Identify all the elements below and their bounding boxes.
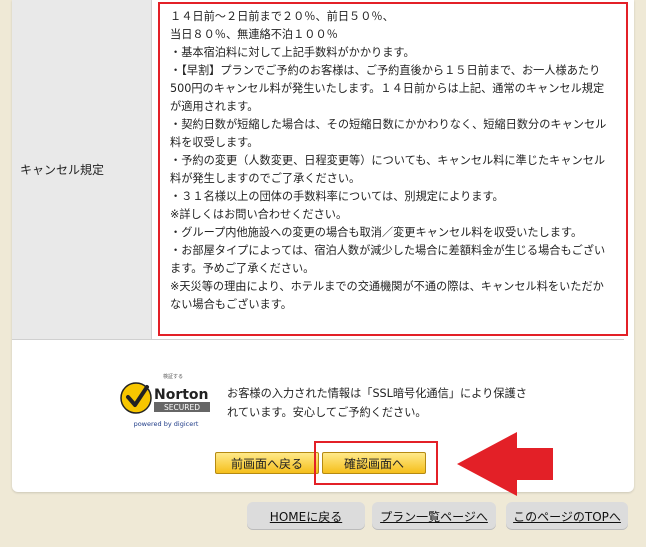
security-message: お客様の入力された情報は「SSL暗号化通信」により保護されています。安心してご予… <box>227 387 527 419</box>
cancel-policy-row: キャンセル規定 １４日前～２日前まで２０％、前日５０％、 当日８０％、無連絡不泊… <box>12 0 628 340</box>
cancel-policy-value: １４日前～２日前まで２０％、前日５０％、 当日８０％、無連絡不泊１００％ ・基本… <box>152 0 628 340</box>
norton-secured-badge: 検証する Norton SECURED powered by digicert <box>120 373 210 428</box>
badge-brand-text: Norton <box>154 387 209 403</box>
plan-list-link[interactable]: プラン一覧ページへ <box>372 502 496 530</box>
security-notice: 検証する Norton SECURED powered by digicert … <box>117 372 537 432</box>
badge-top-text: 検証する <box>163 373 183 380</box>
red-arrow-icon <box>457 432 553 496</box>
confirm-highlight-box <box>314 441 438 485</box>
page-top-link[interactable]: このページのTOPへ <box>506 502 628 530</box>
cancel-policy-label: キャンセル規定 <box>12 0 152 340</box>
cancel-policy-text: １４日前～２日前まで２０％、前日５０％、 当日８０％、無連絡不泊１００％ ・基本… <box>170 10 607 311</box>
home-link[interactable]: HOMEに戻る <box>247 502 365 530</box>
back-button[interactable]: 前画面へ戻る <box>215 452 319 474</box>
badge-powered-text: powered by digicert <box>134 420 199 428</box>
badge-secured-text: SECURED <box>164 403 200 412</box>
